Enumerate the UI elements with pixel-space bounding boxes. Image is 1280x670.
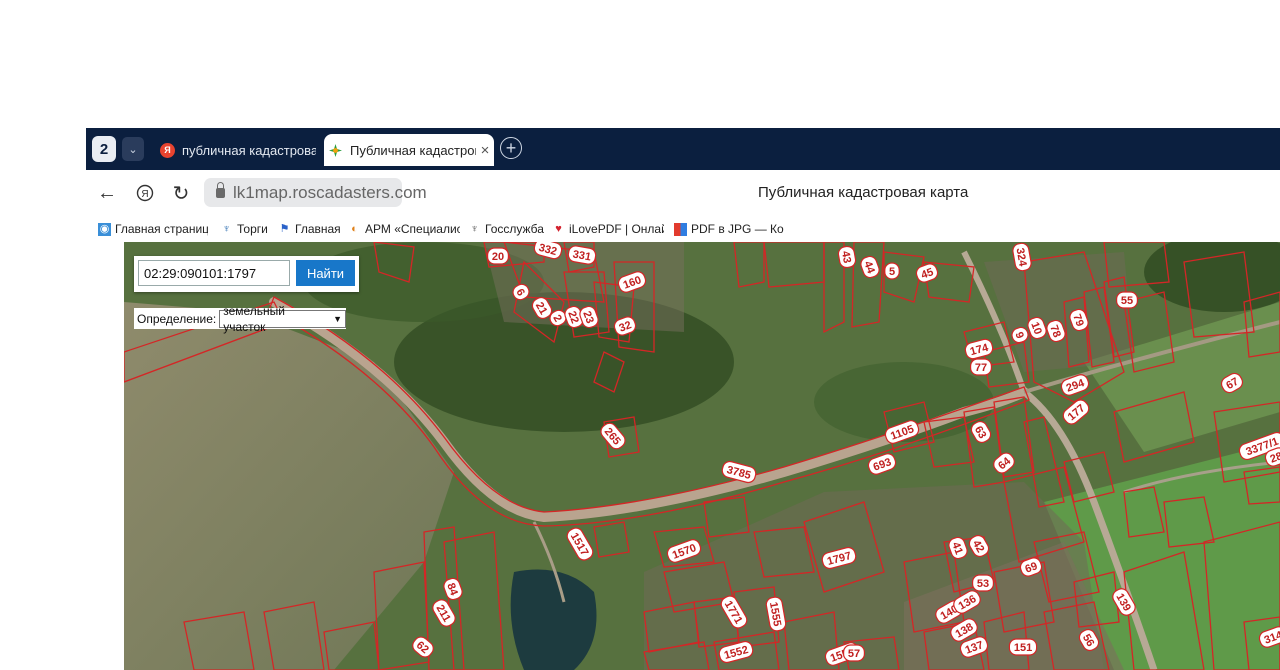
chevron-down-icon: ▼ bbox=[333, 313, 342, 324]
parcel-label: 53 bbox=[972, 574, 994, 592]
bookmarks-bar: ◉ Главная страница ♆ Торги ⚑ Главная ◐ АРМ «… bbox=[86, 216, 1280, 242]
cadastral-search-panel: 02:29:090101:1797 Найти bbox=[134, 256, 359, 292]
tab-1[interactable]: Я публичная кадастровая к bbox=[156, 134, 316, 166]
bookmark-item[interactable]: ◐ АРМ «Специалис bbox=[348, 220, 460, 238]
yandex-logo-icon[interactable]: Я bbox=[132, 180, 158, 206]
address-bar: ← Я ↻ lk1map.roscadasters.com Публичная … bbox=[86, 170, 1280, 216]
bookmark-item[interactable]: ♆ Госслужба bbox=[468, 220, 544, 238]
map-viewport[interactable]: 20 332 331 160 6 21 2 22 23 32 43 44 5 45 324 55 9 10 78 79… bbox=[124, 242, 1280, 670]
lock-icon bbox=[216, 181, 225, 198]
definition-selected-value: земельный участок bbox=[223, 303, 285, 334]
parcel-number: 77 bbox=[975, 362, 987, 374]
parcel-label: 5 bbox=[884, 262, 900, 280]
parcel-number: 57 bbox=[848, 648, 860, 660]
yandex-icon: Я bbox=[160, 142, 175, 158]
parcel-label: 151 bbox=[1008, 638, 1038, 656]
parcel-label: 57 bbox=[843, 644, 865, 662]
globe-icon: ◉ bbox=[98, 222, 111, 236]
parcel-number: 5 bbox=[889, 266, 895, 278]
page-title: Публичная кадастровая карта bbox=[758, 184, 969, 201]
heart-icon: ♥ bbox=[555, 222, 562, 235]
bookmark-item[interactable]: ♥ iLovePDF | Онлай bbox=[552, 220, 664, 238]
new-tab-button[interactable]: + bbox=[500, 137, 522, 159]
parcel-number: 55 bbox=[1121, 295, 1133, 307]
swirl-icon: ◐ bbox=[351, 222, 358, 235]
chevron-down-icon[interactable]: ⌄ bbox=[122, 137, 144, 161]
url-text: lk1map.roscadasters.com bbox=[233, 182, 427, 202]
parcel-label: 77 bbox=[970, 358, 992, 376]
tab-count-badge[interactable]: 2 bbox=[92, 136, 116, 162]
parcel-label: 20 bbox=[487, 247, 509, 265]
definition-label: Определение: bbox=[137, 311, 217, 326]
reload-icon[interactable]: ↻ bbox=[168, 180, 194, 206]
tab-bar: 2 ⌄ Я публичная кадастровая к Публичная … bbox=[86, 128, 1280, 170]
emblem-icon: ♆ bbox=[222, 222, 231, 235]
definition-select[interactable]: земельный участок ▼ bbox=[219, 304, 346, 334]
bookmark-item[interactable]: ◉ Главная страница bbox=[98, 220, 208, 238]
cadastral-number-input[interactable]: 02:29:090101:1797 bbox=[138, 260, 290, 286]
parcel-label: 55 bbox=[1116, 291, 1138, 309]
grid-icon bbox=[674, 222, 687, 236]
emblem-icon: ♆ bbox=[470, 222, 479, 235]
parcel-number: 43 bbox=[839, 250, 853, 264]
bookmark-item[interactable]: PDF в JPG — Конв bbox=[674, 220, 784, 238]
url-field[interactable]: lk1map.roscadasters.com bbox=[204, 178, 427, 207]
close-icon[interactable]: × bbox=[476, 142, 494, 159]
tab-1-title: публичная кадастровая к bbox=[182, 142, 316, 158]
bookmark-item[interactable]: ⚑ Главная bbox=[278, 220, 340, 238]
back-arrow-icon[interactable]: ← bbox=[94, 180, 120, 206]
find-button[interactable]: Найти bbox=[296, 260, 355, 286]
svg-text:Я: Я bbox=[141, 189, 148, 200]
parcel-number: 53 bbox=[977, 578, 989, 590]
flag-icon: ⚑ bbox=[279, 222, 290, 235]
bookmark-item[interactable]: ♆ Торги bbox=[220, 220, 270, 238]
browser-window: 2 ⌄ Я публичная кадастровая к Публичная … bbox=[86, 128, 1280, 670]
tab-2-active[interactable]: Публичная кадастрова × bbox=[324, 134, 494, 166]
map-pin-icon bbox=[328, 143, 343, 158]
definition-panel: Определение: земельный участок ▼ bbox=[134, 304, 346, 334]
parcel-number: 20 bbox=[492, 251, 504, 263]
tab-2-title: Публичная кадастрова bbox=[350, 142, 476, 158]
cadastral-number-value: 02:29:090101:1797 bbox=[144, 265, 257, 281]
parcel-number: 151 bbox=[1014, 642, 1032, 654]
